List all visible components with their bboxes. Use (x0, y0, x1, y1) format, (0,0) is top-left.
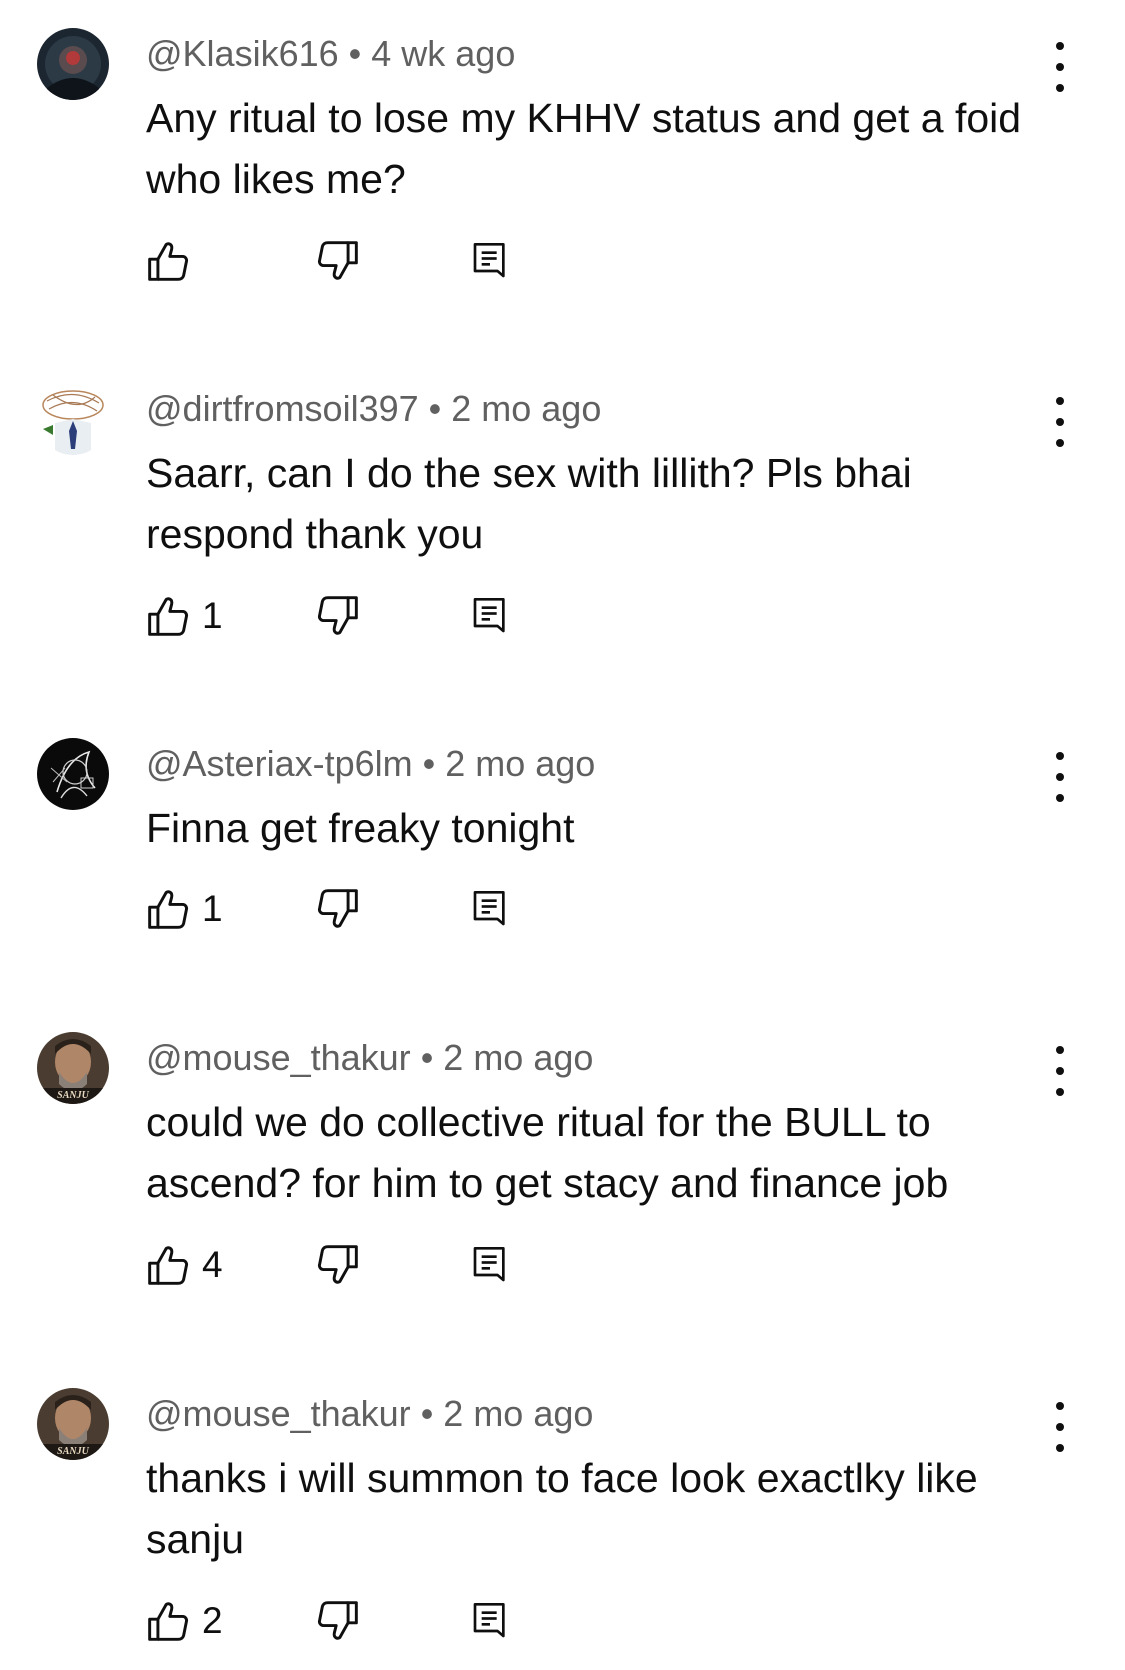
more-options-button[interactable] (1046, 752, 1074, 802)
avatar[interactable]: SANJU (37, 1032, 109, 1104)
comment-actions: 1 (146, 884, 546, 934)
reply-icon (470, 886, 510, 932)
like-button[interactable]: 4 (146, 1240, 223, 1290)
avatar-logo-text: SANJU (57, 1090, 89, 1101)
thumbs-down-icon (316, 239, 360, 283)
avatar[interactable] (37, 383, 109, 455)
comment-text: Any ritual to lose my KHHV status and ge… (146, 95, 1022, 202)
avatar[interactable]: SANJU (37, 1388, 109, 1460)
avatar-image (37, 738, 109, 810)
thumbs-up-icon (146, 1599, 190, 1643)
like-button[interactable] (146, 236, 202, 286)
avatar-logo-text: SANJU (57, 1446, 89, 1457)
reply-button[interactable] (470, 1240, 510, 1290)
more-options-button[interactable] (1046, 1402, 1074, 1452)
like-count: 1 (202, 595, 223, 636)
more-vertical-icon (1056, 752, 1064, 760)
like-button[interactable]: 1 (146, 884, 223, 934)
reply-icon (470, 1242, 510, 1288)
comment-time: 2 mo ago (443, 1393, 594, 1434)
dislike-button[interactable] (316, 1240, 360, 1290)
thumbs-down-icon (316, 1599, 360, 1643)
thumbs-down-icon (316, 887, 360, 931)
comment-text: Finna get freaky tonight (146, 805, 575, 851)
more-vertical-icon (1056, 1402, 1064, 1410)
avatar[interactable] (37, 738, 109, 810)
more-vertical-icon (1056, 397, 1064, 405)
comment-author[interactable]: @Klasik616 (146, 33, 339, 74)
comment-actions (146, 236, 546, 286)
comment-meta: @Asteriax-tp6lm • 2 mo ago (146, 742, 595, 786)
comment-text: thanks i will summon to face look exactl… (146, 1455, 978, 1562)
reply-icon (470, 1598, 510, 1644)
comment-author[interactable]: @mouse_thakur (146, 1393, 411, 1434)
meta-separator: • (428, 388, 442, 429)
avatar-image (37, 28, 109, 100)
comment-meta: @dirtfromsoil397 • 2 mo ago (146, 387, 601, 431)
like-count: 2 (202, 1600, 223, 1641)
comment-text: could we do collective ritual for the BU… (146, 1099, 949, 1206)
like-count: 1 (202, 888, 223, 929)
comment-actions: 2 (146, 1596, 546, 1646)
like-count: 4 (202, 1244, 223, 1285)
more-vertical-icon (1056, 42, 1064, 50)
meta-separator: • (420, 1393, 434, 1434)
comment-time: 2 mo ago (451, 388, 602, 429)
more-options-button[interactable] (1046, 397, 1074, 447)
comment-time: 2 mo ago (443, 1037, 594, 1078)
like-button[interactable]: 2 (146, 1596, 223, 1646)
dislike-button[interactable] (316, 1596, 360, 1646)
like-button[interactable]: 1 (146, 591, 223, 641)
comment-text: Saarr, can I do the sex with lillith? Pl… (146, 450, 912, 557)
more-options-button[interactable] (1046, 42, 1074, 92)
comment-author[interactable]: @mouse_thakur (146, 1037, 411, 1078)
meta-separator: • (348, 33, 362, 74)
thumbs-down-icon (316, 594, 360, 638)
avatar[interactable] (37, 28, 109, 100)
comment-meta: @mouse_thakur • 2 mo ago (146, 1392, 593, 1436)
comment-author[interactable]: @dirtfromsoil397 (146, 388, 419, 429)
avatar-image: SANJU (37, 1388, 109, 1460)
more-vertical-icon (1056, 1046, 1064, 1054)
reply-button[interactable] (470, 591, 510, 641)
comment-author[interactable]: @Asteriax-tp6lm (146, 743, 413, 784)
reply-button[interactable] (470, 884, 510, 934)
reply-button[interactable] (470, 1596, 510, 1646)
thumbs-up-icon (146, 1243, 190, 1287)
comment-meta: @mouse_thakur • 2 mo ago (146, 1036, 593, 1080)
meta-separator: • (422, 743, 436, 784)
dislike-button[interactable] (316, 884, 360, 934)
avatar-image (37, 383, 109, 455)
thumbs-up-icon (146, 239, 190, 283)
thumbs-up-icon (146, 594, 190, 638)
reply-icon (470, 238, 510, 284)
meta-separator: • (420, 1037, 434, 1078)
reply-icon (470, 593, 510, 639)
comment-meta: @Klasik616 • 4 wk ago (146, 32, 515, 76)
thumbs-up-icon (146, 887, 190, 931)
comment-time: 4 wk ago (371, 33, 516, 74)
reply-button[interactable] (470, 236, 510, 286)
comment-time: 2 mo ago (445, 743, 596, 784)
thumbs-down-icon (316, 1243, 360, 1287)
dislike-button[interactable] (316, 236, 360, 286)
dislike-button[interactable] (316, 591, 360, 641)
more-options-button[interactable] (1046, 1046, 1074, 1096)
comment-actions: 4 (146, 1240, 546, 1290)
avatar-image: SANJU (37, 1032, 109, 1104)
comment-actions: 1 (146, 591, 546, 641)
